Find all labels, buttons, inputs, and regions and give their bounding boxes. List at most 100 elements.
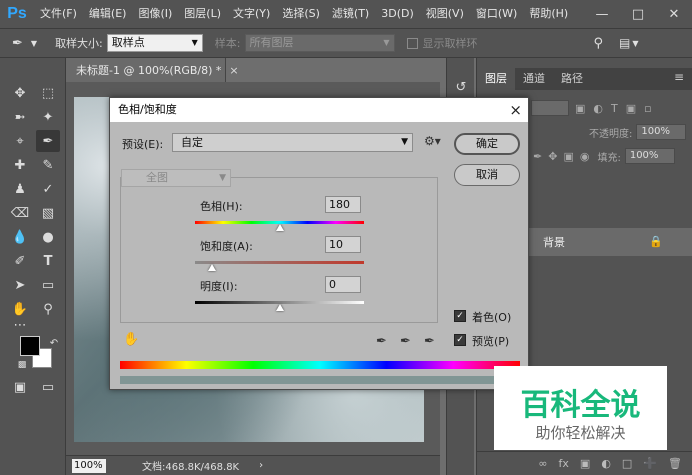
brush-tool-icon[interactable]: ✎	[36, 154, 60, 176]
saturation-slider-thumb[interactable]	[207, 264, 216, 271]
add-mask-icon[interactable]: ▣	[580, 457, 590, 470]
tab-channels[interactable]: 通道	[515, 68, 553, 90]
type-filter-icon[interactable]: T	[611, 102, 618, 115]
saturation-slider-track[interactable]	[195, 261, 364, 264]
gear-icon[interactable]: ⚙▾	[424, 134, 441, 148]
eyedropper-plus-icon[interactable]: ✒	[400, 334, 411, 349]
ok-button[interactable]: 确定	[454, 133, 520, 155]
preset-select[interactable]: 自定 ▼	[172, 133, 413, 152]
minimize-icon[interactable]: —	[584, 0, 620, 28]
eyedropper-minus-icon[interactable]: ✒	[424, 334, 435, 349]
tool-preset-caret-icon[interactable]: ▼	[31, 39, 37, 48]
adjustment-layer-icon[interactable]: ◐	[601, 457, 611, 470]
menu-type[interactable]: 文字(Y)	[227, 0, 276, 28]
quick-mask-icon[interactable]: ▣	[8, 376, 32, 398]
lasso-tool-icon[interactable]: ➼	[8, 106, 32, 128]
zoom-tool-icon[interactable]: ⚲	[36, 298, 60, 320]
layer-style-icon[interactable]: fx	[559, 457, 569, 470]
maximize-icon[interactable]: □	[620, 0, 656, 28]
type-tool-icon[interactable]: T	[36, 250, 60, 272]
eraser-tool-icon[interactable]: ⌫	[8, 202, 32, 224]
dialog-titlebar[interactable]: 色相/饱和度 ×	[110, 98, 528, 122]
zoom-input[interactable]: 100%	[72, 458, 106, 473]
close-icon[interactable]: ×	[509, 98, 522, 122]
gradient-tool-icon[interactable]: ▧	[36, 202, 60, 224]
colorize-checkbox[interactable]: ✓	[454, 310, 466, 322]
lock-all-icon[interactable]: ◉	[580, 150, 590, 163]
foreground-color-swatch[interactable]	[20, 336, 40, 356]
lock-position-icon[interactable]: ✥	[548, 150, 557, 163]
history-panel-icon[interactable]: ↺	[449, 76, 473, 98]
lock-pixels-icon[interactable]: ✒	[533, 150, 542, 163]
eyedropper-icon[interactable]: ✒	[376, 334, 387, 349]
menu-edit[interactable]: 编辑(E)	[83, 0, 133, 28]
search-icon[interactable]: ⚲	[594, 36, 604, 51]
tab-layers[interactable]: 图层	[477, 68, 515, 90]
image-filter-icon[interactable]: ▣	[575, 102, 585, 115]
smart-object-filter-icon[interactable]: ▫	[644, 102, 651, 115]
blur-tool-icon[interactable]: 💧	[8, 226, 32, 248]
preview-checkbox[interactable]: ✓	[454, 334, 466, 346]
marquee-tool-icon[interactable]: ⬚	[36, 82, 60, 104]
chevron-down-icon[interactable]: ▼	[632, 39, 638, 48]
eyedropper-tool-icon[interactable]: ✒	[12, 36, 23, 51]
clone-stamp-icon[interactable]: ♟	[8, 178, 32, 200]
cancel-button[interactable]: 取消	[454, 164, 520, 186]
eyedropper-tool-icon[interactable]: ✒	[36, 130, 60, 152]
menu-layer[interactable]: 图层(L)	[178, 0, 227, 28]
new-group-icon[interactable]: □	[622, 457, 632, 470]
history-brush-icon[interactable]: ✓	[36, 178, 60, 200]
swap-colors-icon[interactable]: ↶	[42, 332, 66, 354]
fill-label: 填充:	[597, 152, 621, 164]
sample-size-select[interactable]: 取样点 ▼	[106, 34, 203, 52]
close-icon[interactable]: ×	[229, 64, 238, 77]
menu-view[interactable]: 视图(V)	[420, 0, 470, 28]
pen-tool-icon[interactable]: ✐	[8, 250, 32, 272]
rectangle-tool-icon[interactable]: ▭	[36, 274, 60, 296]
menu-image[interactable]: 图像(I)	[132, 0, 178, 28]
move-tool-icon[interactable]: ✥	[8, 82, 32, 104]
lightness-input[interactable]: 0	[325, 276, 361, 293]
screen-mode-icon[interactable]: ▭	[36, 376, 60, 398]
link-layers-icon[interactable]: ∞	[538, 457, 547, 470]
status-menu-arrow[interactable]: ›	[259, 460, 263, 471]
shape-filter-icon[interactable]: ▣	[626, 102, 636, 115]
hue-input[interactable]: 180	[325, 196, 361, 213]
adjustment-filter-icon[interactable]: ◐	[593, 102, 603, 115]
show-ring-checkbox[interactable]	[406, 37, 418, 49]
default-colors-icon[interactable]: ▩	[10, 354, 34, 376]
dodge-tool-icon[interactable]: ●	[36, 226, 60, 248]
sample-label: 样本:	[214, 37, 241, 50]
workspace-icon[interactable]: ▤	[619, 36, 630, 50]
document-tab[interactable]: 未标题-1 @ 100%(RGB/8) * ×	[66, 58, 239, 82]
menu-window[interactable]: 窗口(W)	[470, 0, 523, 28]
menu-filter[interactable]: 滤镜(T)	[326, 0, 375, 28]
delete-layer-icon[interactable]: 🗑	[668, 457, 682, 470]
menu-select[interactable]: 选择(S)	[276, 0, 326, 28]
new-layer-icon[interactable]: ➕	[643, 457, 657, 470]
lock-artboard-icon[interactable]: ▣	[563, 150, 573, 163]
lightness-slider-thumb[interactable]	[275, 304, 284, 311]
path-selection-icon[interactable]: ➤	[8, 274, 32, 296]
sample-select[interactable]: 所有图层 ▼	[244, 34, 395, 52]
saturation-input[interactable]: 10	[325, 236, 361, 253]
hue-slider-thumb[interactable]	[275, 224, 284, 231]
menu-3d[interactable]: 3D(D)	[375, 0, 420, 28]
dialog-title: 色相/饱和度	[118, 103, 177, 116]
more-tools-icon[interactable]: ⋯	[8, 314, 32, 336]
panel-menu-icon[interactable]: ≡	[674, 70, 684, 84]
menu-file[interactable]: 文件(F)	[34, 0, 83, 28]
opacity-field[interactable]: 100%	[636, 124, 687, 140]
colorize-label: 着色(O)	[472, 311, 512, 324]
magic-wand-icon[interactable]: ✦	[36, 106, 60, 128]
targeted-adjustment-hand-icon[interactable]: ✋	[123, 332, 139, 347]
fill-field[interactable]: 100%	[624, 148, 675, 164]
menu-help[interactable]: 帮助(H)	[523, 0, 574, 28]
channel-select[interactable]: 全图 ▼	[121, 169, 231, 187]
layer-filter-select[interactable]	[531, 100, 569, 116]
healing-brush-icon[interactable]: ✚	[8, 154, 32, 176]
preview-label: 预览(P)	[472, 335, 510, 348]
tab-paths[interactable]: 路径	[553, 68, 591, 90]
close-icon[interactable]: ✕	[656, 0, 692, 28]
crop-tool-icon[interactable]: ⌖	[8, 130, 32, 152]
